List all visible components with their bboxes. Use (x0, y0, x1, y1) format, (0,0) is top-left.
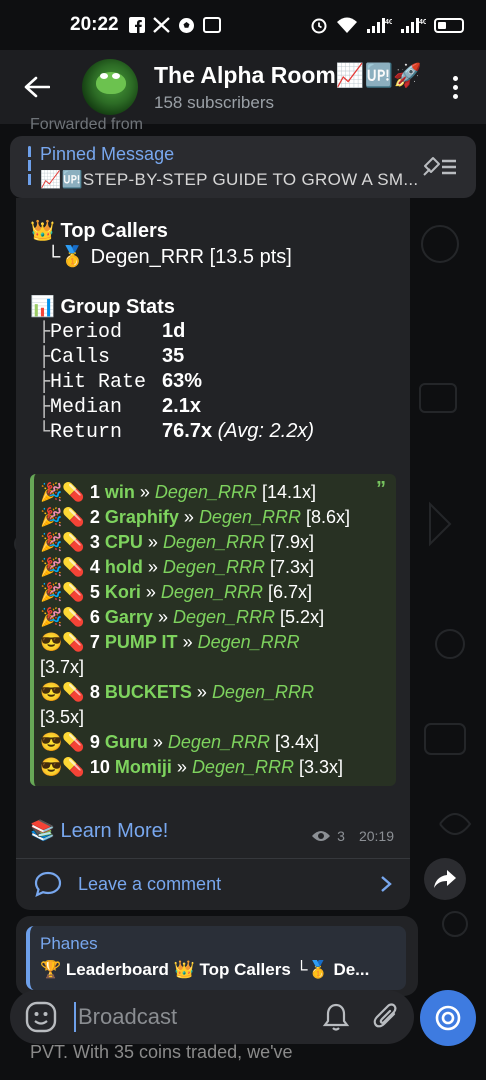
camera-record-button[interactable] (420, 990, 476, 1046)
alarm-icon (310, 16, 328, 34)
call-row: 🎉💊 3 CPU » Degen_RRR [7.9x] (40, 532, 315, 552)
user-link[interactable]: Degen_RRR (199, 507, 301, 527)
message-input-bar: Broadcast (10, 990, 414, 1044)
stat-row: ├Period 1d (38, 320, 186, 344)
call-row: 🎉💊 4 hold » Degen_RRR [7.3x] (40, 557, 315, 577)
chevron-right-icon (381, 876, 392, 892)
share-arrow-icon (434, 870, 456, 888)
message-bubble: 👑 Top Callers └🥇 Degen_RRR [13.5 pts] 📊 … (16, 198, 410, 910)
user-link[interactable]: Degen_RRR (155, 482, 257, 502)
user-link[interactable]: Degen_RRR (163, 532, 265, 552)
share-button[interactable] (424, 858, 466, 900)
attach-paperclip-icon[interactable] (372, 1001, 400, 1033)
bell-icon[interactable] (322, 1002, 350, 1032)
learn-more-link[interactable]: 📚 Learn More! (30, 818, 168, 843)
message-time: 20:19 (358, 828, 394, 844)
user-link[interactable]: Degen_RRR (198, 632, 300, 652)
news-icon (202, 17, 221, 33)
chat-header: The Alpha Room📈🆙🚀 158 subscribers (0, 50, 486, 124)
token-link[interactable]: hold (105, 557, 143, 577)
pinned-message-bar[interactable]: Pinned Message 📈🆙STEP-BY-STEP GUIDE TO G… (10, 136, 476, 198)
stat-row: └Return 76.7x (Avg: 2.2x) (38, 420, 314, 444)
call-row: 🎉💊 5 Kori » Degen_RRR [6.7x] (40, 582, 313, 602)
stat-row: ├Median 2.1x (38, 395, 201, 419)
group-stats-title: 📊 Group Stats (30, 296, 175, 318)
status-bar: 20:22 4G 4G (0, 0, 486, 50)
wifi-icon (336, 16, 358, 34)
back-button[interactable] (22, 72, 52, 102)
token-link[interactable]: Guru (105, 732, 148, 752)
forwarded-from-label: Forwarded from (30, 116, 143, 133)
user-link[interactable]: Degen_RRR (192, 757, 294, 777)
stat-row: ├Hit Rate 63% (38, 370, 203, 394)
token-link[interactable]: PUMP IT (105, 632, 178, 652)
reply-text: 🏆 Leaderboard 👑 Top Callers └🥇 De... (40, 960, 370, 979)
eye-icon (312, 831, 331, 841)
status-notification-icons (128, 17, 221, 34)
top-callers-title: 👑 Top Callers (30, 220, 168, 242)
message-meta: 3 20:19 (311, 828, 394, 844)
call-row: 😎💊 7 PUMP IT » Degen_RRR (40, 632, 300, 652)
top-caller-line: └🥇 Degen_RRR [13.5 pts] (46, 246, 292, 268)
signal-4g-icon: 4G (400, 16, 426, 34)
token-link[interactable]: BUCKETS (105, 682, 192, 702)
token-link[interactable]: Garry (105, 607, 153, 627)
arrow-left-icon (24, 76, 50, 98)
x-icon (152, 17, 170, 33)
call-row: 🎉💊 2 Graphify » Degen_RRR [8.6x] (40, 507, 351, 527)
message-text-preview: PVT. With 35 coins traded, we've (30, 1042, 293, 1062)
leave-comment-label: Leave a comment (78, 873, 222, 894)
token-link[interactable]: win (105, 482, 135, 502)
emoji-sticker-icon[interactable] (24, 1000, 58, 1034)
pinned-text: 📈🆙STEP-BY-STEP GUIDE TO GROW A SM... (40, 170, 419, 189)
channel-info[interactable]: The Alpha Room📈🆙🚀 158 subscribers (154, 62, 422, 113)
subscriber-count: 158 subscribers (154, 92, 275, 112)
signal-4g-icon: 4G (366, 16, 392, 34)
user-link[interactable]: Degen_RRR (173, 607, 275, 627)
user-link[interactable]: Degen_RRR (212, 682, 314, 702)
user-link[interactable]: Degen_RRR (163, 557, 265, 577)
comment-icon (34, 871, 62, 897)
quote-icon: ” (376, 478, 386, 500)
more-menu-button[interactable] (450, 75, 460, 99)
view-count: 3 (337, 828, 345, 844)
user-link[interactable]: Degen_RRR (168, 732, 270, 752)
call-row: 😎💊 10 Momiji » Degen_RRR [3.3x] (40, 757, 344, 777)
broadcast-input[interactable]: Broadcast (74, 1002, 284, 1032)
svg-text:4G: 4G (385, 19, 392, 26)
channel-avatar[interactable] (82, 59, 138, 115)
pinned-list-icon[interactable] (422, 154, 458, 180)
battery-icon (434, 17, 464, 33)
soccer-ball-icon (178, 17, 195, 34)
svg-text:4G: 4G (419, 19, 426, 26)
status-system-icons: 4G 4G (310, 16, 464, 34)
reply-author: Phanes (40, 934, 98, 953)
token-link[interactable]: CPU (105, 532, 143, 552)
pinned-title: Pinned Message (40, 144, 175, 164)
reply-preview[interactable]: Phanes 🏆 Leaderboard 👑 Top Callers └🥇 De… (26, 926, 406, 990)
call-row-wrap: [3.5x] (40, 707, 85, 727)
facebook-icon (128, 17, 145, 33)
next-message-bubble: Phanes 🏆 Leaderboard 👑 Top Callers └🥇 De… (16, 916, 418, 996)
channel-title: The Alpha Room📈🆙🚀 (154, 61, 422, 88)
call-row: 😎💊 8 BUCKETS » Degen_RRR (40, 682, 314, 702)
stat-row: ├Calls 35 (38, 345, 185, 369)
leave-comment-button[interactable]: Leave a comment (16, 859, 410, 909)
camera-circle-icon (435, 1005, 461, 1031)
call-row: 🎉💊 1 win » Degen_RRR [14.1x] (40, 482, 317, 502)
call-row: 😎💊 9 Guru » Degen_RRR [3.4x] (40, 732, 320, 752)
user-link[interactable]: Degen_RRR (161, 582, 263, 602)
call-row: 🎉💊 6 Garry » Degen_RRR [5.2x] (40, 607, 325, 627)
status-time: 20:22 (70, 14, 119, 35)
calls-quote-block: ” 🎉💊 1 win » Degen_RRR [14.1x] 🎉💊 2 Grap… (30, 474, 396, 786)
token-link[interactable]: Graphify (105, 507, 179, 527)
token-link[interactable]: Kori (105, 582, 141, 602)
call-row-wrap: [3.7x] (40, 657, 85, 677)
token-link[interactable]: Momiji (115, 757, 172, 777)
